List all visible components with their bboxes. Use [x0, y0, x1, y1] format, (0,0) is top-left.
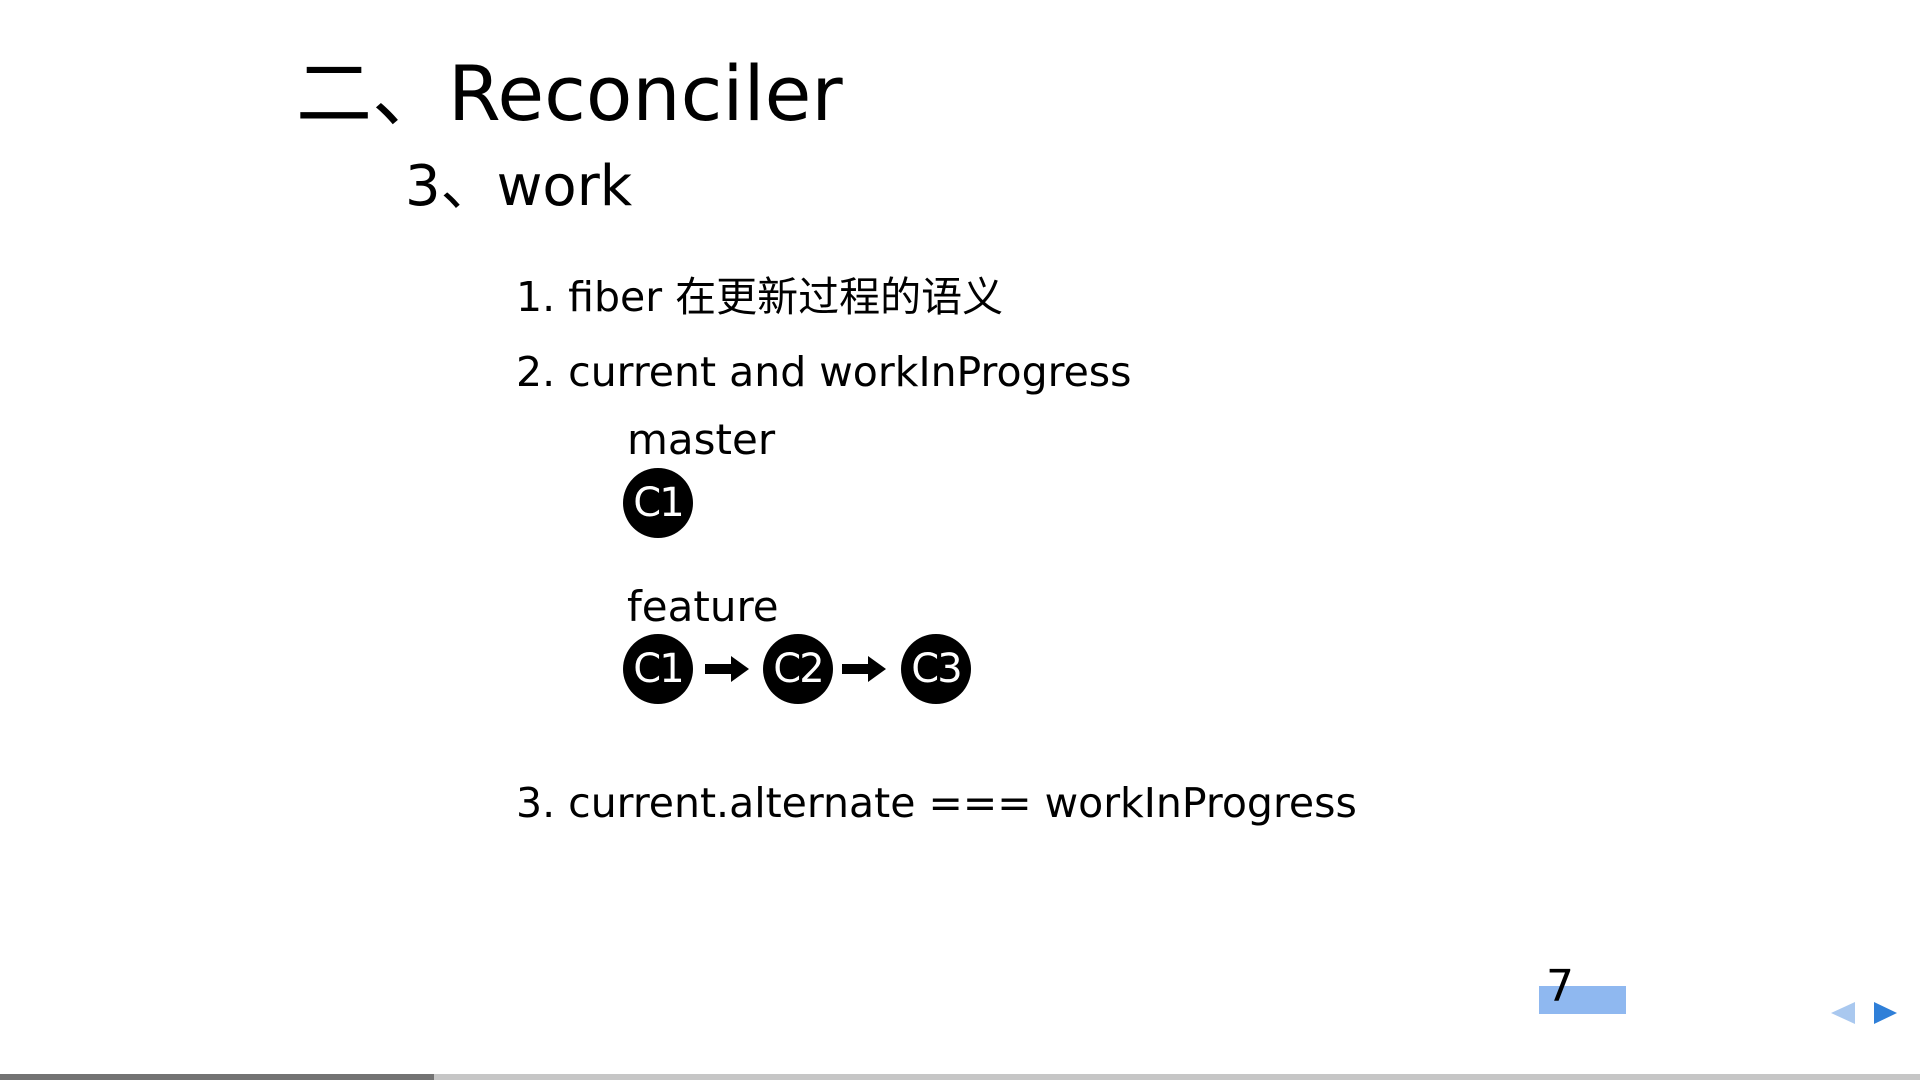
branch-label-feature: feature [627, 582, 779, 631]
slide-subtitle: 3、work [405, 154, 633, 219]
arrow-right-icon [842, 656, 886, 682]
commit-node-feature-c1: C1 [623, 634, 693, 704]
triangle-right-icon[interactable] [1871, 999, 1899, 1027]
commit-node-master-c1: C1 [623, 468, 693, 538]
slide: 二、Reconciler 3、work 1. fiber 在更新过程的语义 2.… [0, 0, 1920, 1080]
list-item-current-and-wip: 2. current and workInProgress [516, 348, 1132, 396]
slide-title: 二、Reconciler [296, 49, 843, 138]
arrow-right-icon [705, 656, 749, 682]
commit-node-feature-c3: C3 [901, 634, 971, 704]
list-item-fiber-semantics: 1. fiber 在更新过程的语义 [516, 273, 1004, 321]
page-number: 7 [1546, 961, 1574, 1012]
progress-bar-fill [0, 1074, 434, 1080]
branch-label-master: master [627, 415, 776, 464]
triangle-left-icon[interactable] [1829, 999, 1857, 1027]
progress-bar [0, 1074, 1920, 1080]
commit-node-feature-c2: C2 [763, 634, 833, 704]
list-item-alternate: 3. current.alternate === workInProgress [516, 779, 1357, 827]
